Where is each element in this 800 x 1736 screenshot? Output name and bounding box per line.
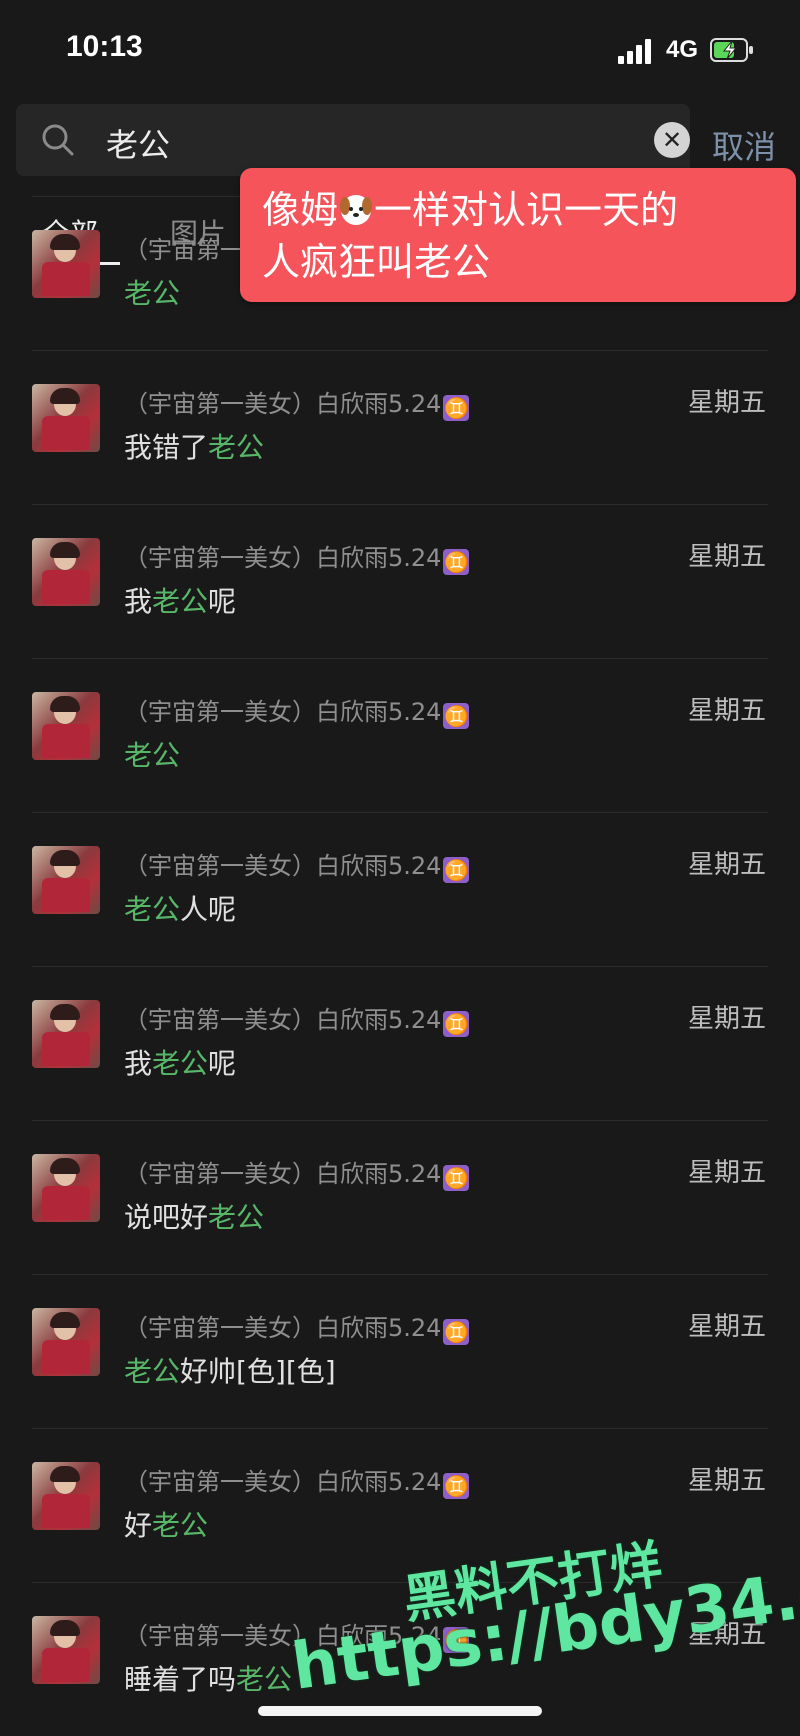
gemini-icon: ♊ xyxy=(443,1473,470,1499)
avatar xyxy=(32,846,100,914)
signal-icon xyxy=(618,38,658,64)
keyword-highlight: 老公 xyxy=(124,1355,181,1388)
avatar xyxy=(32,1154,100,1222)
status-time: 10:13 xyxy=(66,30,143,63)
avatar xyxy=(32,1308,100,1376)
row-divider xyxy=(32,504,768,505)
status-bar: 10:13 4G xyxy=(0,0,800,100)
keyword-highlight: 老公 xyxy=(124,739,181,772)
caption-banner: 像姆 一样对认识一天的人疯狂叫老公 xyxy=(240,168,796,302)
result-row[interactable]: （宇宙第一美女）白欣雨5.24 ♊ 星期五老公 xyxy=(0,658,800,812)
message-date: 星期五 xyxy=(687,1004,766,1034)
message-date: 星期五 xyxy=(687,850,766,880)
message-date: 星期五 xyxy=(687,1312,766,1342)
result-row[interactable]: （宇宙第一美女）白欣雨5.24 ♊ 星期五好老公 xyxy=(0,1428,800,1582)
gemini-icon: ♊ xyxy=(443,1627,470,1653)
message-snippet: 睡着了吗老公 xyxy=(124,1663,293,1696)
row-divider xyxy=(32,1582,768,1583)
avatar xyxy=(32,1616,100,1684)
gemini-icon: ♊ xyxy=(443,549,470,575)
row-divider xyxy=(32,1428,768,1429)
gemini-icon: ♊ xyxy=(443,857,470,883)
row-divider xyxy=(32,966,768,967)
sender-name: （宇宙第一美女）白欣雨5.24♊ xyxy=(124,1160,470,1191)
dog-face-emoji-icon xyxy=(340,195,373,225)
cancel-button[interactable]: 取消 xyxy=(712,122,776,168)
message-snippet: 我错了老公 xyxy=(124,431,265,464)
gemini-icon: ♊ xyxy=(443,1165,470,1191)
row-divider xyxy=(32,812,768,813)
message-date: 星期五 xyxy=(687,1158,766,1188)
message-snippet: 我老公呢 xyxy=(124,1047,237,1080)
result-row[interactable]: （宇宙第一美女）白欣雨5.24 ♊ 星期五我错了老公 xyxy=(0,350,800,504)
caption-text: 像姆 一样对认识一天的人疯狂叫老公 xyxy=(262,184,782,288)
row-divider xyxy=(32,658,768,659)
message-snippet: 说吧好老公 xyxy=(124,1201,265,1234)
result-row[interactable]: （宇宙第一美女）白欣雨5.24 ♊ 星期五我老公呢 xyxy=(0,504,800,658)
sender-name: （宇宙第一美女）白欣雨5.24♊ xyxy=(124,1468,470,1499)
avatar xyxy=(32,538,100,606)
caption-line1-end: 一样对认识一天的 xyxy=(374,188,679,232)
sender-name: （宇宙第一美女）白欣雨5.24♊ xyxy=(124,698,470,729)
result-row[interactable]: （宇宙第一美女）白欣雨5.24 ♊ 星期五老公好帅[色][色] xyxy=(0,1274,800,1428)
message-snippet: 老公好帅[色][色] xyxy=(124,1355,336,1388)
search-icon xyxy=(42,124,74,156)
result-row[interactable]: （宇宙第一美女）白欣雨5.24 ♊ 星期五我老公呢 xyxy=(0,966,800,1120)
message-snippet: 老公 xyxy=(124,272,180,312)
keyword-highlight: 老公 xyxy=(208,1201,265,1234)
avatar xyxy=(32,384,100,452)
message-snippet: 老公人呢 xyxy=(124,893,237,926)
message-snippet: 老公 xyxy=(124,734,180,774)
avatar xyxy=(32,230,100,298)
sender-name: （宇宙第一美女）白欣雨5.24♊ xyxy=(124,390,470,421)
gemini-icon: ♊ xyxy=(443,1011,470,1037)
search-query-text: 老公 xyxy=(106,126,171,164)
message-snippet: 我老公呢 xyxy=(124,585,237,618)
message-date: 星期五 xyxy=(687,388,766,418)
gemini-icon: ♊ xyxy=(443,703,470,729)
network-label: 4G xyxy=(666,36,699,63)
home-indicator[interactable] xyxy=(258,1706,542,1716)
gemini-icon: ♊ xyxy=(443,1319,470,1345)
result-row[interactable]: （宇宙第一美女）白欣雨5.24 ♊ 星期五说吧好老公 xyxy=(0,1120,800,1274)
row-divider xyxy=(32,1120,768,1121)
keyword-highlight: 老公 xyxy=(152,585,209,618)
row-divider xyxy=(32,1274,768,1275)
keyword-highlight: 老公 xyxy=(152,1047,209,1080)
keyword-highlight: 老公 xyxy=(208,431,265,464)
battery-charging-icon xyxy=(710,38,753,62)
message-snippet: 好老公 xyxy=(124,1509,209,1542)
message-date: 星期五 xyxy=(687,1466,766,1496)
result-row[interactable]: （宇宙第一美女）白欣雨5.24 ♊ 星期五老公人呢 xyxy=(0,812,800,966)
caption-line2: 人疯狂叫老公 xyxy=(262,240,491,284)
row-divider xyxy=(32,350,768,351)
clear-search-button[interactable]: ✕ xyxy=(654,122,690,158)
sender-name: （宇宙第一美女）白欣雨5.24♊ xyxy=(124,852,470,883)
message-date: 星期五 xyxy=(687,1620,766,1650)
avatar xyxy=(32,1000,100,1068)
sender-name: （宇宙第一美女）白欣雨5.24♊ xyxy=(124,544,470,575)
search-input[interactable]: 老公 ✕ xyxy=(16,104,690,176)
sender-name: （宇宙第一美女）白欣雨5.24♊ xyxy=(124,1622,470,1653)
keyword-highlight: 老公 xyxy=(124,277,181,310)
gemini-icon: ♊ xyxy=(443,395,470,421)
keyword-highlight: 老公 xyxy=(152,1509,209,1542)
keyword-highlight: 老公 xyxy=(124,893,181,926)
message-date: 星期五 xyxy=(687,696,766,726)
avatar xyxy=(32,1462,100,1530)
sender-name: （宇宙第一美女）白欣雨5.24♊ xyxy=(124,1314,470,1345)
sender-name: （宇宙第一美女）白欣雨5.24♊ xyxy=(124,1006,470,1037)
caption-line1-start: 像姆 xyxy=(262,188,339,232)
avatar xyxy=(32,692,100,760)
message-date: 星期五 xyxy=(687,542,766,572)
keyword-highlight: 老公 xyxy=(236,1663,293,1696)
